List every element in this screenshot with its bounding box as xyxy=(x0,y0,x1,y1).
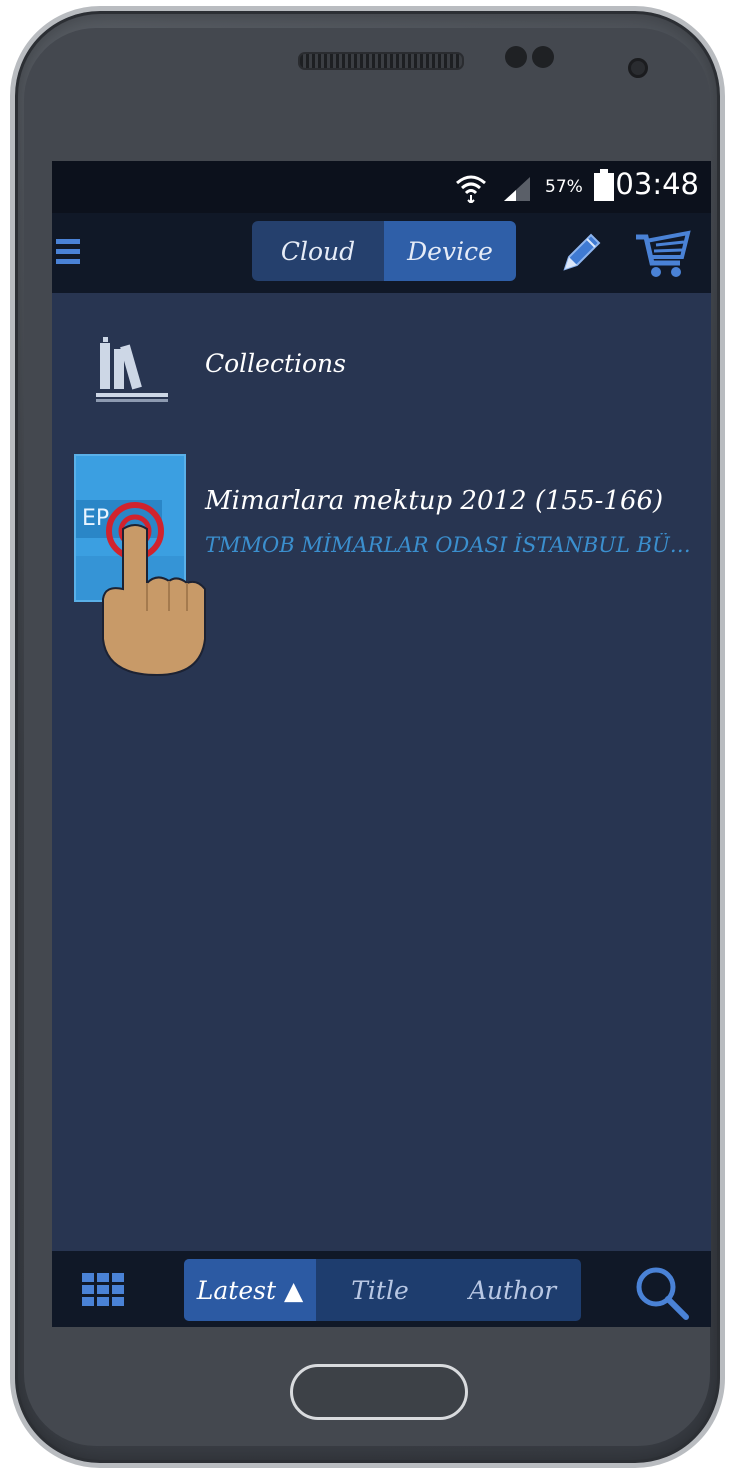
status-bar: 57% 03:48 xyxy=(52,161,711,213)
pencil-icon[interactable] xyxy=(557,229,605,277)
tap-hand-icon xyxy=(102,502,206,677)
search-icon[interactable] xyxy=(634,1265,690,1321)
cart-icon[interactable] xyxy=(634,229,692,279)
sort-tabs: Latest ▲ Title Author xyxy=(184,1259,581,1321)
sensor-dot xyxy=(505,46,527,68)
source-toggle: Cloud Device xyxy=(252,221,516,281)
battery-percent: 57% xyxy=(545,177,583,197)
front-camera xyxy=(628,58,648,78)
wifi-icon xyxy=(456,175,486,203)
sort-author-tab[interactable]: Author xyxy=(444,1259,581,1321)
earpiece-speaker xyxy=(298,52,464,70)
status-time: 03:48 xyxy=(615,167,699,201)
screen: 57% 03:48 Cloud Device Collections EP Mi… xyxy=(52,161,711,1327)
signal-icon xyxy=(504,177,530,201)
collections-label[interactable]: Collections xyxy=(205,349,346,378)
tab-device[interactable]: Device xyxy=(384,221,516,281)
sensor-dot xyxy=(532,46,554,68)
book-title[interactable]: Mimarlara mektup 2012 (155-166) xyxy=(205,486,663,516)
menu-icon[interactable] xyxy=(56,239,80,269)
sort-latest-tab[interactable]: Latest ▲ xyxy=(184,1259,316,1321)
book-author: TMMOB MİMARLAR ODASI İSTANBUL BÜY... xyxy=(205,533,693,557)
grid-view-icon[interactable] xyxy=(82,1273,124,1307)
battery-icon xyxy=(594,169,614,201)
sort-title-tab[interactable]: Title xyxy=(316,1259,444,1321)
tab-cloud[interactable]: Cloud xyxy=(252,221,384,281)
collections-icon[interactable] xyxy=(96,333,168,405)
home-button[interactable] xyxy=(290,1364,468,1420)
